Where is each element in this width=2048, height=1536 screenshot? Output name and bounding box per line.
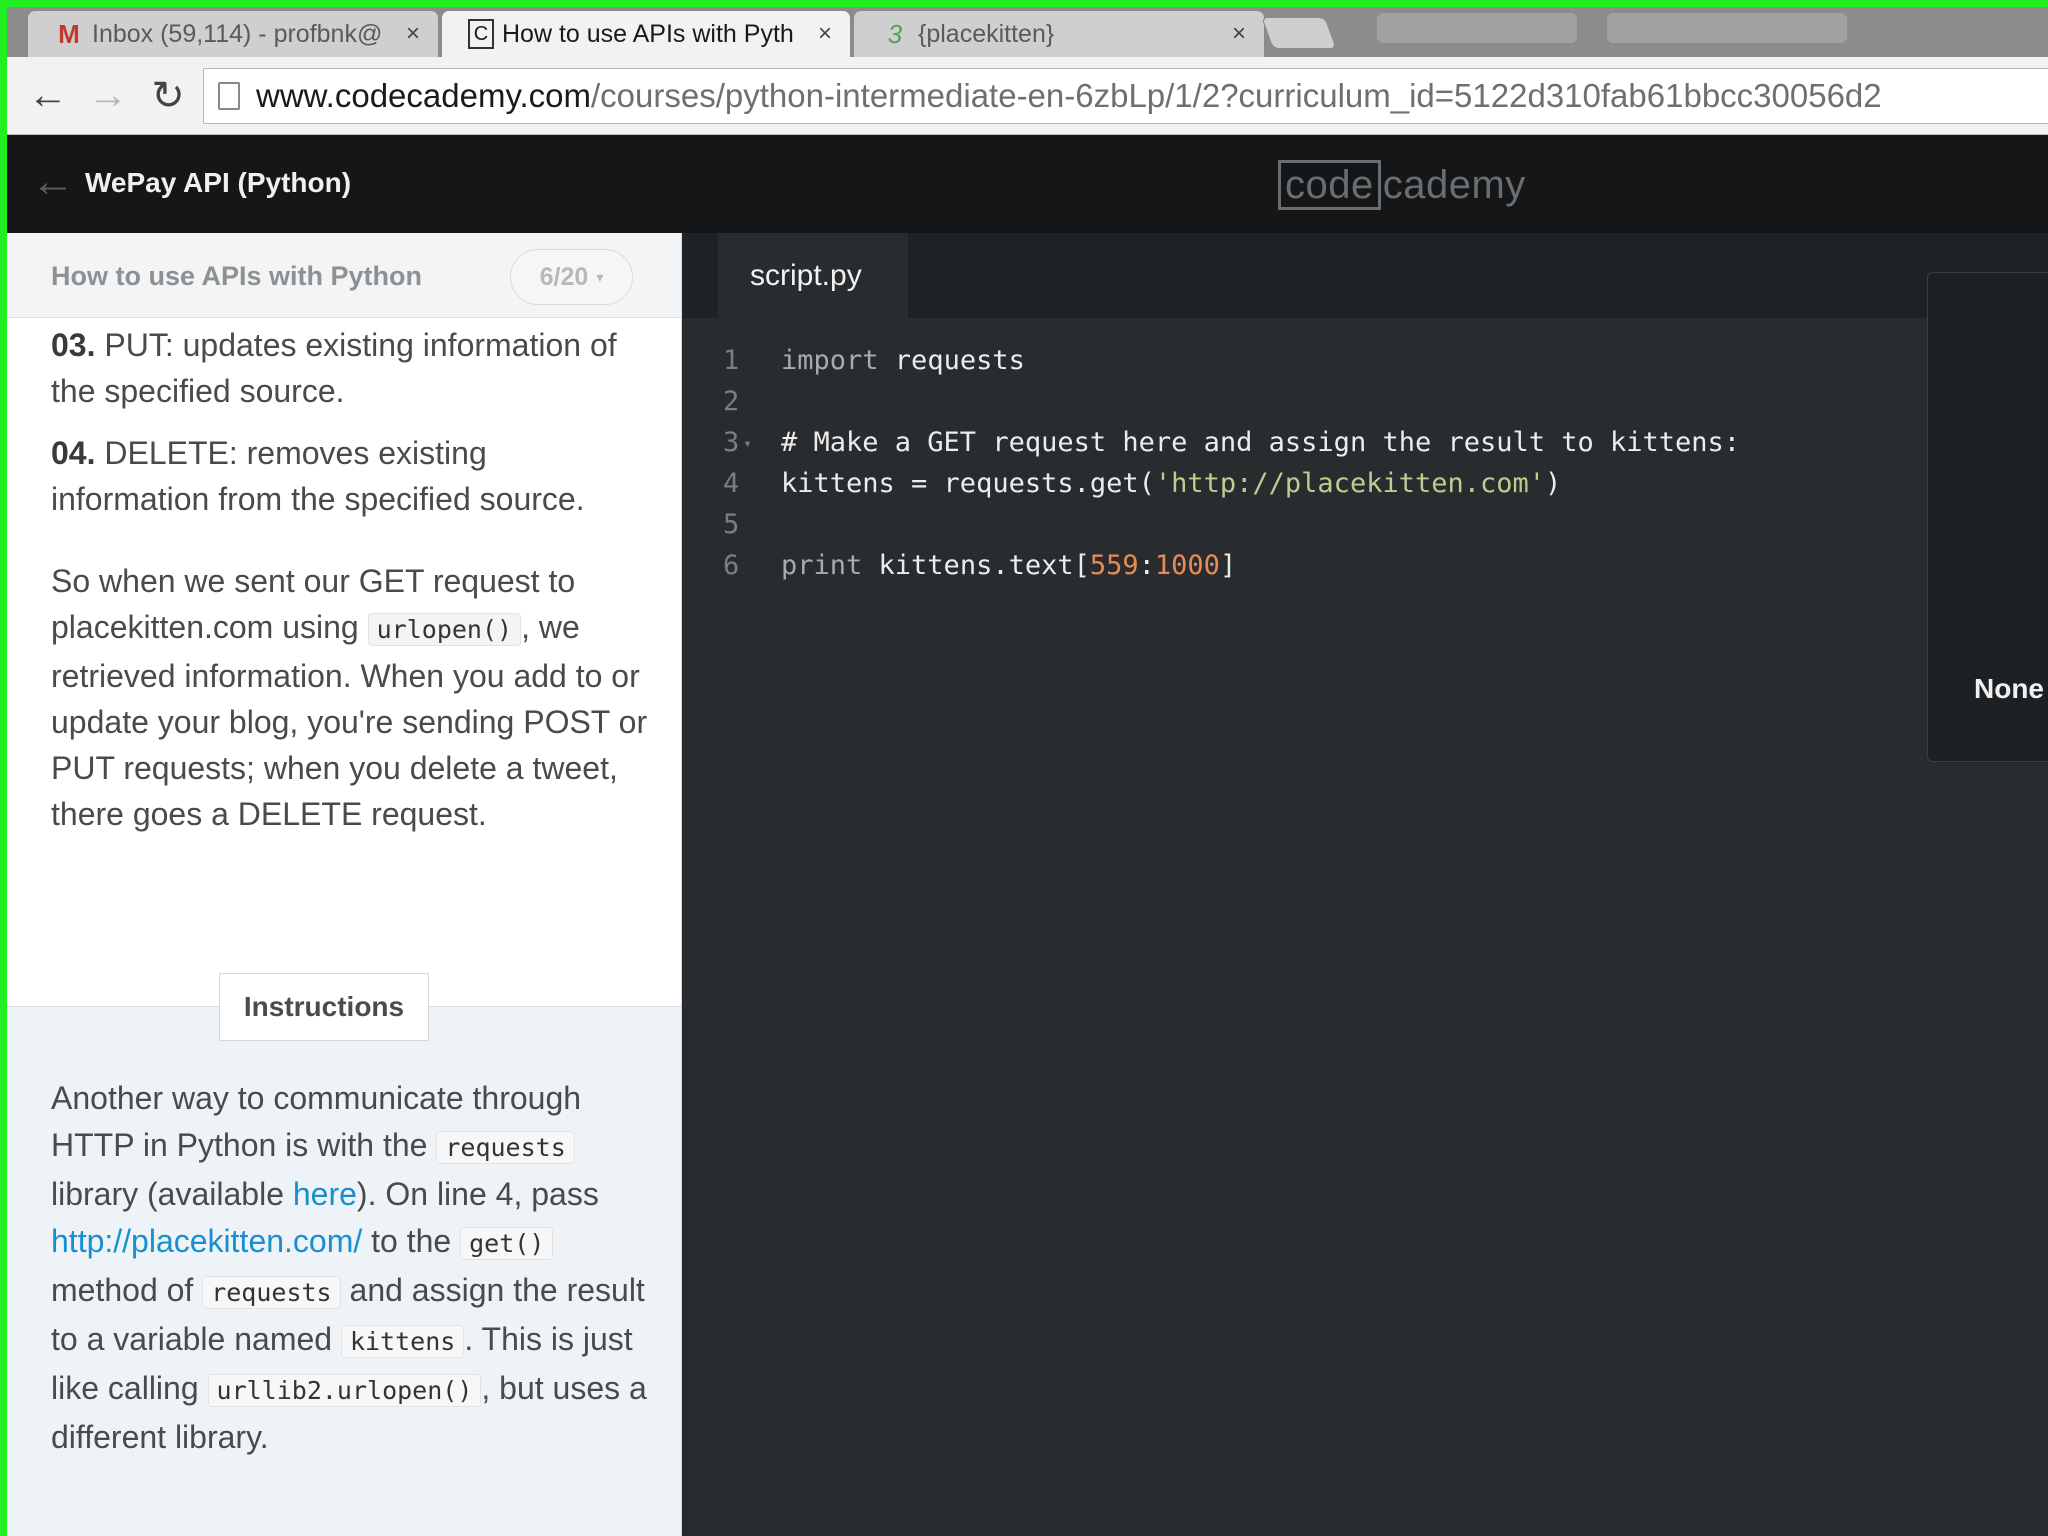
close-tab-icon[interactable]: × [1232, 20, 1246, 48]
close-tab-icon[interactable]: × [818, 20, 832, 48]
tab-title: How to use APIs with Pyth [502, 19, 794, 48]
instructions-tab[interactable]: Instructions [219, 973, 429, 1041]
codecademy-logo: code cademy [1278, 159, 1526, 211]
code-line[interactable]: print kittens.text[559:1000] [781, 550, 1236, 581]
close-tab-icon[interactable]: × [406, 20, 420, 48]
code-editor[interactable]: script.py 1 import requests 2 3 ▾ # Make … [683, 233, 2048, 1536]
code-token: : [1138, 550, 1155, 581]
instructions-fragment: to the [362, 1223, 461, 1259]
chevron-down-icon: ▾ [596, 268, 604, 285]
list-text: DELETE: removes existing information fro… [51, 435, 585, 517]
line-number: 2 [723, 386, 740, 417]
code-line[interactable]: # Make a GET request here and assign the… [781, 427, 1740, 458]
inline-code: requests [202, 1276, 341, 1309]
line-number: 4 [723, 468, 740, 499]
browser-toolbar: ← → ↻ www.codecademy.com/courses/python-… [7, 57, 2048, 135]
inline-code: kittens [340, 1325, 465, 1358]
back-arrow-icon[interactable]: ← [31, 157, 75, 207]
code-token: ) [1545, 468, 1562, 499]
browser-tab-strip: M Inbox (59,114) - profbnk@ × C How to u… [7, 7, 2048, 57]
list-item-delete: 04. DELETE: removes existing information… [51, 430, 651, 522]
logo-text: cademy [1382, 162, 1526, 207]
line-number: 1 [723, 345, 740, 376]
course-header: ← WePay API (Python) code cademy [7, 135, 2048, 233]
code-token: kittens = requests.get( [781, 468, 1155, 499]
instructions-fragment: method of [51, 1272, 203, 1308]
line-number: 6 [723, 550, 740, 581]
inline-code: urlopen() [367, 613, 522, 646]
keyword-token: import [781, 345, 879, 376]
new-tab-button[interactable] [1261, 17, 1337, 49]
instructions-text: Another way to communicate through HTTP … [51, 1075, 651, 1461]
inline-code: requests [436, 1131, 575, 1164]
output-console[interactable]: None [1927, 272, 2048, 762]
back-button[interactable]: ← [19, 67, 77, 125]
course-title: WePay API (Python) [85, 167, 352, 198]
codecademy-favicon-icon: C [468, 19, 494, 49]
inline-code: urllib2.urlopen() [207, 1374, 482, 1407]
address-bar[interactable]: www.codecademy.com/courses/python-interm… [203, 68, 2048, 124]
lesson-header: How to use APIs with Python 6/20 ▾ [7, 233, 681, 318]
keyword-token: print [781, 550, 863, 581]
list-text: PUT: updates existing information of the… [51, 327, 617, 409]
file-tab-bar: script.py [683, 233, 2048, 319]
placekitten-link[interactable]: http://placekitten.com/ [51, 1223, 362, 1259]
code-token: kittens.text[ [862, 550, 1090, 581]
arrow-right-icon: → [88, 73, 128, 117]
tab-inbox[interactable]: M Inbox (59,114) - profbnk@ × [27, 10, 439, 57]
blurred-tab [1607, 13, 1847, 43]
string-token: 'http://placekitten.com' [1154, 468, 1546, 499]
here-link[interactable]: here [293, 1176, 357, 1212]
progress-label: 6/20 [539, 262, 589, 291]
code-line[interactable]: import requests [781, 345, 1025, 376]
number-token: 559 [1089, 550, 1139, 581]
code-line[interactable]: kittens = requests.get('http://placekitt… [781, 468, 1561, 499]
reload-icon: ↻ [151, 73, 185, 118]
page-icon [218, 82, 240, 110]
lesson-text: 03. PUT: updates existing information of… [51, 318, 651, 837]
file-tab-script[interactable]: script.py [718, 233, 908, 319]
code-token: requests [878, 345, 1025, 376]
list-number: 03. [51, 327, 96, 363]
inline-code: get() [460, 1227, 554, 1260]
placekitten-favicon-icon: 3 [887, 18, 903, 49]
instructions-fragment: ). On line 4, pass [356, 1176, 599, 1212]
arrow-left-icon: ← [28, 73, 68, 117]
tab-title: Inbox (59,114) - profbnk@ [92, 19, 383, 48]
line-number: 5 [723, 509, 740, 540]
logo-boxed-text: code [1278, 160, 1381, 210]
gmail-icon: M [58, 18, 80, 49]
lesson-panel: How to use APIs with Python 6/20 ▾ 03. P… [7, 233, 682, 1536]
number-token: 1000 [1154, 550, 1220, 581]
lesson-paragraph: So when we sent our GET request to place… [51, 558, 651, 837]
screen: M Inbox (59,114) - profbnk@ × C How to u… [7, 7, 2048, 1536]
reload-button[interactable]: ↻ [139, 67, 197, 125]
instructions-fragment: library (available [51, 1176, 293, 1212]
url-path: /courses/python-intermediate-en-6zbLp/1/… [591, 77, 1882, 114]
list-item-put: 03. PUT: updates existing information of… [51, 322, 651, 414]
code-token: ] [1219, 550, 1237, 581]
tab-placekitten[interactable]: 3 {placekitten} × [853, 10, 1265, 57]
line-number: 3 ▾ [723, 427, 763, 458]
progress-dropdown[interactable]: 6/20 ▾ [510, 249, 633, 305]
lesson-title: How to use APIs with Python [51, 261, 423, 291]
forward-button[interactable]: → [79, 67, 137, 125]
url-host: www.codecademy.com [256, 77, 592, 114]
blurred-tab [1377, 13, 1577, 43]
line-number-text: 3 [723, 427, 740, 458]
tab-codecademy[interactable]: C How to use APIs with Pyth × [441, 10, 851, 57]
fold-arrow-icon[interactable]: ▾ [743, 436, 751, 452]
list-number: 04. [51, 435, 96, 471]
tab-title: {placekitten} [918, 19, 1055, 48]
output-text: None [1974, 673, 2044, 704]
